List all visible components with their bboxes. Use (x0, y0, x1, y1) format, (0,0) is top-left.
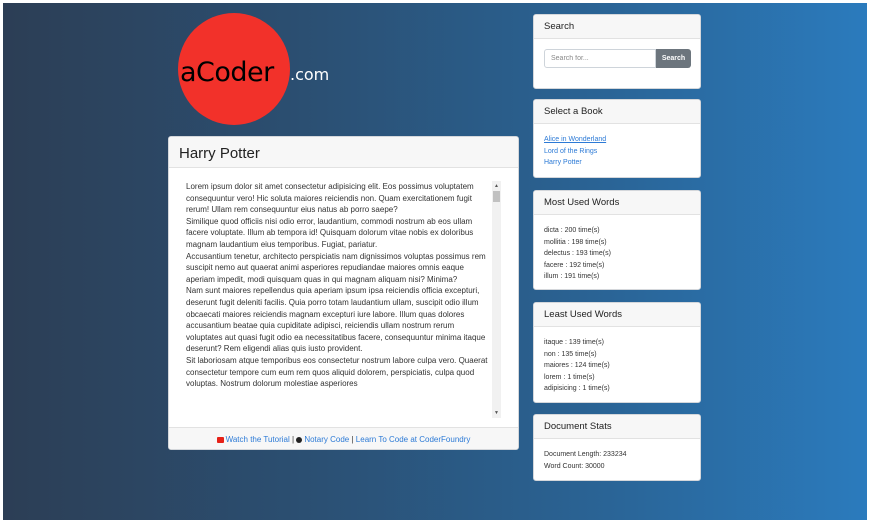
list-item: illum : 191 time(s) (544, 273, 600, 280)
select-book-card: Select a Book Alice in Wonderland Lord o… (533, 99, 701, 178)
most-used-words-card: Most Used Words dicta : 200 time(s) moll… (533, 190, 701, 290)
list-item: adipisicing : 1 time(s) (544, 385, 610, 392)
document-text: Lorem ipsum dolor sit amet consectetur a… (186, 182, 488, 389)
least-used-list: itaque : 139 time(s) non : 135 time(s) m… (534, 327, 700, 402)
logo-brand-text: aCoder (180, 57, 274, 88)
list-item: delectus : 193 time(s) (544, 250, 611, 257)
most-used-title: Most Used Words (534, 191, 700, 215)
most-used-list: dicta : 200 time(s) mollitia : 198 time(… (534, 215, 700, 289)
text-scrollbar[interactable]: ▲ ▼ (492, 181, 501, 418)
search-form: Search (544, 49, 700, 68)
list-item: lorem : 1 time(s) (544, 373, 595, 381)
list-item: maiores : 124 time(s) (544, 362, 610, 369)
document-card: Harry Potter Lorem ipsum dolor sit amet … (168, 136, 519, 450)
search-card-title: Search (534, 15, 700, 39)
search-card: Search Search (533, 14, 701, 89)
book-link-lotr[interactable]: Lord of the Rings (544, 146, 690, 158)
document-length: Document Length: 233234 (544, 451, 627, 458)
scroll-down-arrow-icon[interactable]: ▼ (494, 410, 499, 416)
least-used-words-card: Least Used Words itaque : 139 time(s) no… (533, 302, 701, 403)
list-item: mollitia : 198 time(s) (544, 238, 607, 246)
list-item: itaque : 139 time(s) (544, 339, 604, 346)
document-stats-title: Document Stats (534, 415, 700, 439)
page-background: aCoder .com Harry Potter Lorem ipsum dol… (3, 3, 867, 520)
logo-suffix-text: .com (290, 65, 330, 84)
document-stats-body: Document Length: 233234 Word Count: 3000… (534, 439, 700, 480)
book-link-alice[interactable]: Alice in Wonderland (544, 134, 690, 146)
list-item: dicta : 200 time(s) (544, 227, 600, 234)
select-book-title: Select a Book (534, 100, 700, 124)
youtube-icon (216, 437, 224, 443)
github-icon (296, 437, 303, 443)
least-used-title: Least Used Words (534, 303, 700, 327)
list-item: facere : 192 time(s) (544, 261, 605, 269)
book-list: Alice in Wonderland Lord of the Rings Ha… (534, 124, 700, 177)
watch-tutorial-link[interactable]: Watch the Tutorial (226, 435, 290, 444)
document-footer: Watch the Tutorial | Notary Code | Learn… (169, 427, 518, 449)
scroll-up-arrow-icon[interactable]: ▲ (494, 183, 499, 189)
acoder-logo[interactable]: aCoder .com (178, 13, 338, 125)
book-link-harry-potter[interactable]: Harry Potter (544, 157, 690, 169)
footer-separator: | (292, 435, 295, 444)
word-count: Word Count: 30000 (544, 462, 605, 470)
document-text-area[interactable]: Lorem ipsum dolor sit amet consectetur a… (186, 181, 501, 418)
footer-separator: | (351, 435, 354, 444)
scroll-thumb[interactable] (493, 191, 500, 202)
document-title: Harry Potter (169, 137, 518, 168)
document-stats-card: Document Stats Document Length: 233234 W… (533, 414, 701, 481)
search-input[interactable] (544, 49, 656, 68)
search-button[interactable]: Search (656, 49, 691, 68)
list-item: non : 135 time(s) (544, 350, 597, 358)
learn-to-code-link[interactable]: Learn To Code at CoderFoundry (356, 435, 471, 444)
notary-code-link[interactable]: Notary Code (304, 435, 349, 444)
